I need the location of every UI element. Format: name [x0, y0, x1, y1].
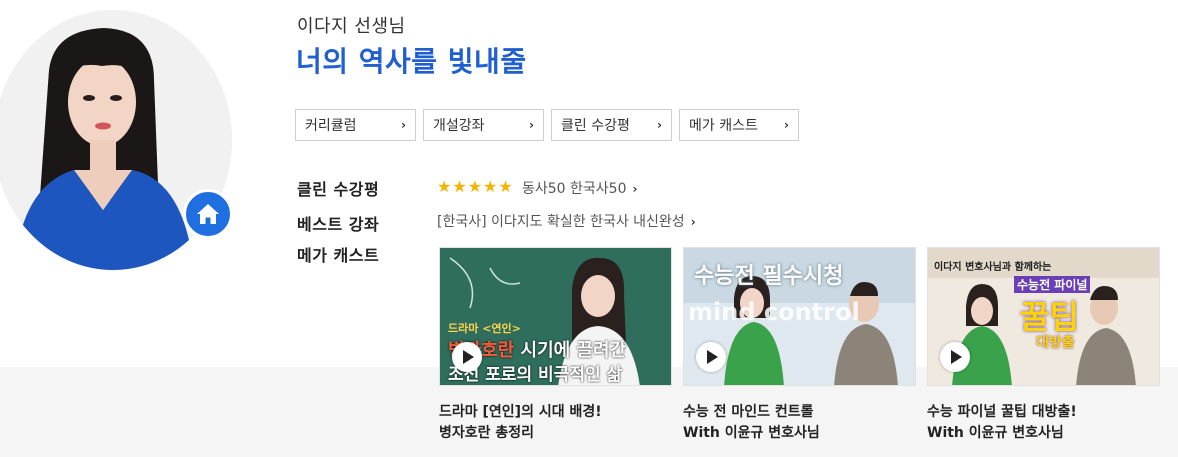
thumbnail-top-text: 이다지 변호사님과 함께하는 [934, 262, 1052, 273]
tab-label: 클린 수강평 [561, 118, 630, 134]
star-icon: ★ [498, 177, 513, 196]
tab-label: 메가 캐스트 [689, 118, 758, 134]
video-caption-line1: 수능 전 마인드 컨트롤 [683, 404, 814, 420]
chevron-right-icon: › [529, 118, 534, 132]
home-button[interactable] [183, 189, 233, 239]
video-caption-line2: With 이윤규 변호사님 [927, 425, 1064, 441]
star-icon: ★ [467, 177, 483, 196]
best-course-label: 베스트 강좌 [297, 215, 380, 234]
video-thumbnail[interactable]: 드라마 <연인> 병자호란 시기에 끌려간 조선 포로의 비극적인 삶 [439, 247, 672, 386]
slogan-title: 너의 역사를 빛내줄 [296, 45, 527, 78]
thumbnail-mid-text: 수능전 파이널 [1014, 276, 1091, 293]
star-icon: ★ [452, 177, 467, 196]
video-caption-link[interactable]: 수능 전 마인드 컨트롤 With 이윤규 변호사님 [683, 402, 820, 444]
play-icon[interactable] [940, 342, 970, 372]
tab-clean-review[interactable]: 클린 수강평 › [551, 109, 672, 141]
tab-courses[interactable]: 개설강좌 › [423, 109, 544, 141]
thumbnail-title: 수능전 필수시청 [694, 264, 844, 289]
chevron-right-icon: › [784, 118, 789, 132]
rating-stars: ★ ★ ★ ★ ★ [437, 179, 513, 195]
best-course-link[interactable]: [한국사] 이다지도 확실한 한국사 내신완성 › [437, 211, 696, 231]
thumbnail-small-text: 대방출 [1036, 335, 1075, 351]
tab-curriculum[interactable]: 커리큘럼 › [295, 109, 416, 141]
chevron-right-icon: › [690, 215, 696, 229]
video-caption-line2: 병자호란 총정리 [439, 425, 535, 441]
video-caption-line1: 수능 파이널 꿀팁 대방출! [927, 404, 1077, 420]
review-label: 클린 수강평 [297, 180, 380, 199]
play-icon[interactable] [696, 342, 726, 372]
star-icon: ★ [483, 177, 498, 196]
review-summary: 동사50 한국사50 [522, 181, 627, 197]
tab-label: 개설강좌 [433, 118, 485, 134]
chevron-right-icon: › [657, 118, 662, 132]
chevron-right-icon: › [632, 182, 638, 196]
chevron-right-icon: › [401, 118, 406, 132]
star-icon: ★ [437, 177, 452, 196]
home-icon [197, 204, 219, 224]
tab-label: 커리큘럼 [305, 118, 357, 134]
tab-mega-cast[interactable]: 메가 캐스트 › [679, 109, 799, 141]
video-thumbnail[interactable]: 이다지 변호사님과 함께하는 수능전 파이널 꿀팁 대방출 [927, 247, 1160, 386]
video-thumbnail[interactable]: 수능전 필수시청 mind control [683, 247, 916, 386]
play-icon[interactable] [452, 342, 482, 372]
mega-cast-label: 메가 캐스트 [297, 246, 380, 265]
review-summary-link[interactable]: 동사50 한국사50 › [522, 178, 637, 198]
video-caption-line2: With 이윤규 변호사님 [683, 425, 820, 441]
teacher-name: 이다지 선생님 [297, 16, 406, 37]
thumbnail-subtitle: mind control [688, 298, 860, 326]
thumbnail-tag: 드라마 <연인> [448, 322, 521, 335]
video-caption-link[interactable]: 드라마 [연인]의 시대 배경! 병자호란 총정리 [439, 402, 602, 444]
video-caption-link[interactable]: 수능 파이널 꿀팁 대방출! With 이윤규 변호사님 [927, 402, 1077, 444]
video-caption-line1: 드라마 [연인]의 시대 배경! [439, 404, 602, 420]
best-course-title: [한국사] 이다지도 확실한 한국사 내신완성 [437, 214, 685, 230]
thumbnail-headline-rest: 시기에 끌려간 [514, 340, 627, 361]
